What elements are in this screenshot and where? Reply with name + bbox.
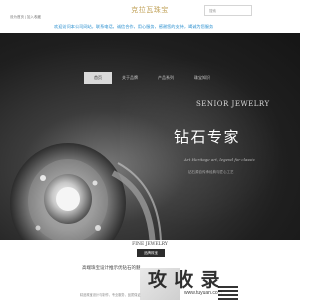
scrolling-ticker[interactable]: 欢迎访问本公司网站，联系电话，诚信合作，用心服务，感谢您的支持，竭诚为您服务: [0, 24, 300, 30]
brand-english: SENIOR JEWELRY: [196, 100, 270, 108]
watermark-text: 攻 收 录: [148, 270, 221, 291]
banner-subtitle: 钻石源自传承经典与匠心工艺: [188, 170, 234, 174]
hero-banner: 首页 关于品牌 产品系列 珠宝知识 SENIOR JEWELRY 钻石专家 Ar…: [0, 33, 300, 240]
watermark-url: www.tuyuan.com: [184, 290, 222, 296]
brand-chinese: 钻石专家: [174, 129, 241, 146]
site-title[interactable]: 克拉瓦珠宝: [0, 5, 300, 15]
section-title-en: FINE JEWELRY: [132, 242, 168, 247]
brand-jewelry-button[interactable]: 品牌珠宝: [137, 249, 165, 257]
nav-item-knowledge[interactable]: 珠宝知识: [184, 72, 220, 84]
qr-code-icon: [218, 284, 238, 300]
diamond-ring-image: [10, 143, 162, 240]
nav-item-products[interactable]: 产品系列: [148, 72, 184, 84]
top-links[interactable]: 设为首页 | 加入收藏: [10, 15, 41, 20]
banner-slogan: Art Heritage art, legend for classic: [184, 157, 255, 162]
nav-item-about[interactable]: 关于品牌: [112, 72, 148, 84]
main-nav: 首页 关于品牌 产品系列 珠宝知识: [84, 72, 220, 84]
section-caption: 精品珠宝设计与制作，专业服务，品质保证: [80, 293, 141, 297]
search-input[interactable]: 搜索: [204, 5, 252, 16]
search-placeholder: 搜索: [209, 9, 216, 13]
nav-item-home[interactable]: 首页: [84, 72, 112, 84]
section-intro: 高端珠宝设计推示优钻石的魅: [82, 265, 141, 270]
